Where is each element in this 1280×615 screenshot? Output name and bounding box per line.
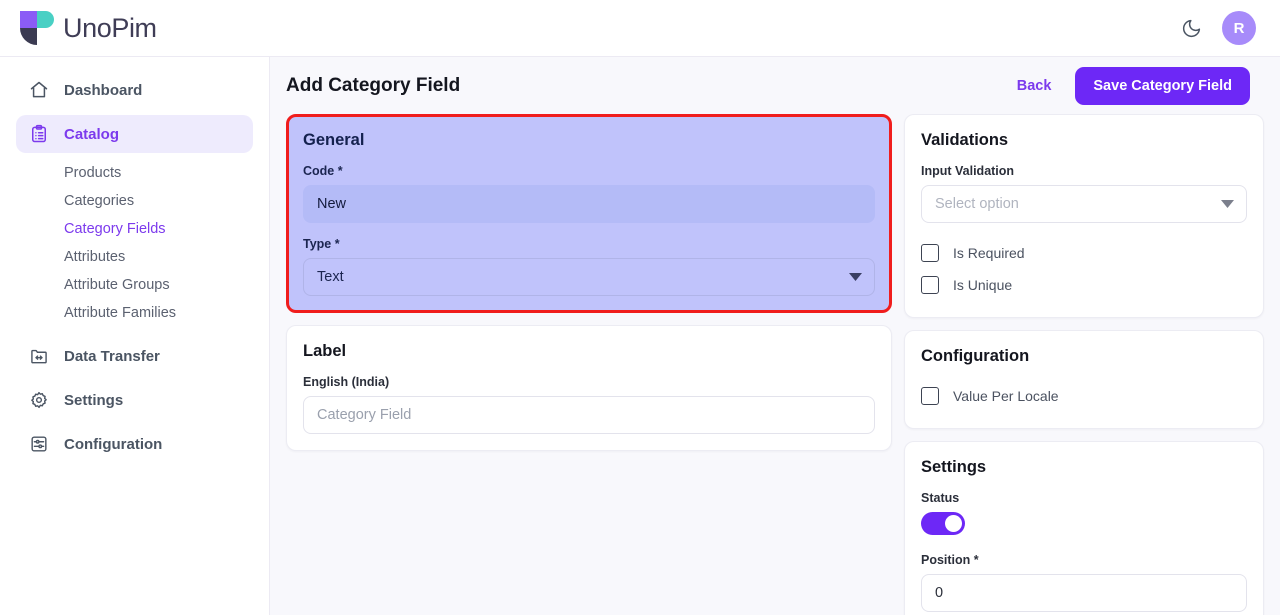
input-validation-select-wrap: Select option	[921, 185, 1247, 223]
clipboard-list-icon	[28, 123, 50, 145]
value-per-locale-label: Value Per Locale	[953, 388, 1059, 404]
page-title: Add Category Field	[286, 74, 461, 96]
is-required-row[interactable]: Is Required	[921, 237, 1247, 269]
sidebar-subitem-label: Category Fields	[64, 221, 166, 237]
sidebar-item-label: Catalog	[64, 125, 120, 143]
settings-card-title: Settings	[921, 458, 987, 476]
type-select-wrap: Text	[303, 258, 875, 296]
type-field: Type * Text	[303, 237, 875, 296]
avatar-initial: R	[1233, 19, 1245, 37]
main-content: Add Category Field Back Save Category Fi…	[270, 57, 1280, 615]
is-required-checkbox[interactable]	[921, 244, 939, 262]
is-required-label: Is Required	[953, 245, 1025, 261]
is-unique-row[interactable]: Is Unique	[921, 269, 1247, 301]
sidebar-subitem-label: Products	[64, 165, 122, 181]
type-select-value: Text	[317, 269, 344, 285]
validations-card: Validations Input Validation Select opti…	[904, 114, 1264, 318]
input-validation-value: Select option	[935, 196, 1019, 212]
position-input[interactable]	[921, 574, 1247, 612]
right-column: Validations Input Validation Select opti…	[904, 114, 1264, 615]
gear-icon	[28, 389, 50, 411]
sidebar-item-label: Data Transfer	[64, 347, 160, 365]
input-validation-select[interactable]: Select option	[921, 185, 1247, 223]
sidebar-item-label: Settings	[64, 391, 124, 409]
value-per-locale-checkbox[interactable]	[921, 387, 939, 405]
sidebar-item-products[interactable]: Products	[16, 159, 253, 187]
sidebar-item-settings[interactable]: Settings	[16, 381, 253, 419]
is-unique-label: Is Unique	[953, 277, 1013, 293]
locale-input[interactable]	[303, 396, 875, 434]
sidebar: Dashboard Catalog Products Categories Ca…	[0, 57, 270, 615]
back-button[interactable]: Back	[1007, 70, 1062, 102]
form-columns: General Code * Type * Text	[270, 114, 1280, 615]
locale-label: English (India)	[303, 375, 390, 389]
folder-exchange-icon	[28, 345, 50, 367]
sidebar-item-dashboard[interactable]: Dashboard	[16, 71, 253, 109]
brand-logo[interactable]: UnoPim	[20, 11, 157, 45]
top-bar-actions: R	[1178, 11, 1256, 45]
sliders-icon	[28, 433, 50, 455]
configuration-card-title: Configuration	[921, 347, 1030, 365]
page-header-actions: Back Save Category Field	[1007, 66, 1250, 105]
sidebar-item-attributes[interactable]: Attributes	[16, 243, 253, 271]
sidebar-subitem-label: Attributes	[64, 249, 126, 265]
sidebar-item-label: Dashboard	[64, 81, 143, 99]
avatar[interactable]: R	[1222, 11, 1256, 45]
sidebar-subitem-label: Attribute Groups	[64, 277, 170, 293]
sidebar-item-catalog[interactable]: Catalog	[16, 115, 253, 153]
label-card: Label English (India)	[286, 325, 892, 451]
home-icon	[28, 79, 50, 101]
sidebar-item-label: Configuration	[64, 435, 163, 453]
status-field: Status	[921, 491, 1247, 535]
status-label: Status	[921, 491, 960, 505]
moon-icon[interactable]	[1178, 15, 1204, 41]
code-field: Code *	[303, 164, 875, 223]
type-select[interactable]: Text	[303, 258, 875, 296]
label-card-title: Label	[303, 342, 347, 360]
sidebar-item-category-fields[interactable]: Category Fields	[16, 215, 253, 243]
locale-field: English (India)	[303, 375, 875, 434]
code-label: Code *	[303, 164, 343, 178]
app-body: Dashboard Catalog Products Categories Ca…	[0, 57, 1280, 615]
sidebar-item-attribute-families[interactable]: Attribute Families	[16, 299, 253, 327]
general-card-title: General	[303, 131, 365, 149]
sidebar-item-categories[interactable]: Categories	[16, 187, 253, 215]
sidebar-item-data-transfer[interactable]: Data Transfer	[16, 337, 253, 375]
left-column: General Code * Type * Text	[286, 114, 892, 463]
validations-card-title: Validations	[921, 131, 1009, 149]
brand-name: UnoPim	[63, 12, 157, 43]
settings-card: Settings Status Position *	[904, 441, 1264, 615]
status-toggle-knob	[945, 515, 962, 532]
position-label: Position *	[921, 553, 979, 567]
sidebar-subitem-label: Categories	[64, 193, 135, 209]
save-category-field-button[interactable]: Save Category Field	[1075, 66, 1250, 105]
app-root: UnoPim R Dashboard Catalog Products Cate…	[0, 0, 1280, 615]
unopim-logo-icon	[20, 11, 54, 45]
value-per-locale-row[interactable]: Value Per Locale	[921, 380, 1247, 412]
status-toggle[interactable]	[921, 512, 965, 535]
code-input[interactable]	[303, 185, 875, 223]
sidebar-item-attribute-groups[interactable]: Attribute Groups	[16, 271, 253, 299]
general-card: General Code * Type * Text	[286, 114, 892, 313]
page-header: Add Category Field Back Save Category Fi…	[270, 57, 1280, 114]
input-validation-field: Input Validation Select option	[921, 164, 1247, 223]
top-bar: UnoPim R	[0, 0, 1280, 57]
sidebar-subitem-label: Attribute Families	[64, 305, 177, 321]
input-validation-label: Input Validation	[921, 164, 1015, 178]
position-field: Position *	[921, 553, 1247, 612]
type-label: Type *	[303, 237, 340, 251]
is-unique-checkbox[interactable]	[921, 276, 939, 294]
sidebar-item-configuration[interactable]: Configuration	[16, 425, 253, 463]
configuration-card: Configuration Value Per Locale	[904, 330, 1264, 429]
